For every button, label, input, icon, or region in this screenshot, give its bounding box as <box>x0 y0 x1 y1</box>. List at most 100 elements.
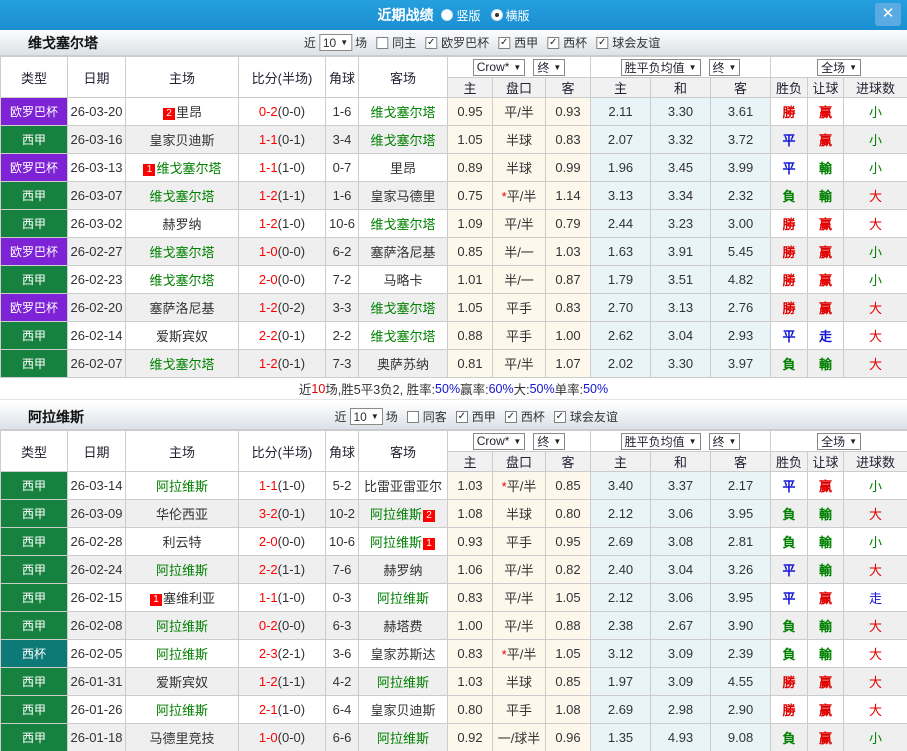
handicap-result: 走 <box>807 321 845 350</box>
final-odds-select-2[interactable]: 终 ▼ <box>708 432 741 450</box>
odds-company-select[interactable]: Crow* ▼ <box>472 432 526 450</box>
eu-away-odds: 2.39 <box>710 639 772 668</box>
wdl-average-select[interactable]: 胜平负均值 ▼ <box>620 58 701 76</box>
corner-score: 6-4 <box>325 695 359 724</box>
halftime-score: (0-1) <box>277 328 306 343</box>
score-column-header: 比分(半场) <box>238 430 326 472</box>
opponent-team-name: 塞维利亚 <box>162 591 215 606</box>
red-card-badge: 1 <box>423 538 435 550</box>
home-team-cell: 阿拉维斯 <box>125 611 239 640</box>
ah-odds-dropdown-cell: Crow* ▼ 终 ▼ <box>446 430 592 452</box>
wdl-result: 平 <box>770 125 809 154</box>
ah-line-column-header: 盘口 <box>492 451 546 472</box>
close-icon[interactable]: ✕ <box>875 3 901 26</box>
table-row: 欧罗巴杯 26-03-20 2 里昂 0-2(0-0) 1-6 维戈塞尔塔 0.95 平/半 0.… <box>0 97 907 126</box>
away-team-cell: 阿拉维斯 <box>358 723 448 751</box>
corner-column-header: 角球 <box>325 56 359 98</box>
corner-score: 10-2 <box>325 499 359 528</box>
match-scope-select[interactable]: 全场 ▼ <box>817 432 862 450</box>
games-count-select[interactable]: 10 ▼ <box>318 34 353 51</box>
fulltime-score: 1-2 <box>258 356 278 371</box>
goals-result: 大 <box>843 639 907 668</box>
eu-draw-odds: 3.09 <box>650 667 712 696</box>
handicap-result: 赢 <box>807 667 845 696</box>
ah-line: 平/半 <box>492 349 546 378</box>
ah-line: 平/半 <box>492 583 546 612</box>
same-venue-checkbox[interactable] <box>376 36 389 49</box>
focal-team-name: 阿拉维斯 <box>369 535 422 550</box>
ah-away-odds: 0.80 <box>544 499 592 528</box>
ah-away-odds: 0.85 <box>544 667 592 696</box>
league-checkbox[interactable] <box>425 36 438 49</box>
header-dropdown-row: 类型 日期 主场 比分(半场) 角球 客场 Crow* ▼ 终 ▼ 胜平负均值 ▼ 终 ▼ 全场 ▼ <box>0 430 907 472</box>
focal-team-name: 阿拉维斯 <box>155 647 208 662</box>
games-count-select[interactable]: 10 ▼ <box>349 408 383 425</box>
summary-segment: 近 <box>298 383 312 397</box>
league-checkbox[interactable] <box>498 36 511 49</box>
summary-segment: 大: <box>513 383 530 397</box>
same-venue-checkbox[interactable] <box>406 410 419 423</box>
home-team-cell: 阿拉维斯 <box>125 555 239 584</box>
goals-result: 大 <box>843 181 907 210</box>
opponent-team-name: 华伦西亚 <box>155 507 208 522</box>
scope-dropdown-cell: 全场 ▼ <box>770 56 907 78</box>
match-scope-select[interactable]: 全场 ▼ <box>817 58 862 76</box>
ah-line: 平手 <box>492 293 546 322</box>
home-team-cell: 马德里竞技 <box>125 723 239 751</box>
table-row: 西甲 26-02-08 阿拉维斯 0-2(0-0) 6-3 赫塔费 1.00 平/半 0.88 2… <box>0 611 907 640</box>
table-row: 西甲 26-02-07 维戈塞尔塔 1-2(0-1) 7-3 奥萨苏纳 0.81 平/半 1.0… <box>0 349 907 378</box>
halftime-score: (1-0) <box>277 216 306 231</box>
fulltime-score: 1-1 <box>258 590 278 605</box>
league-checkbox[interactable] <box>504 410 517 423</box>
final-odds-select-2[interactable]: 终 ▼ <box>708 58 741 76</box>
goals-result: 走 <box>843 583 907 612</box>
chevron-down-icon: ▼ <box>553 62 562 72</box>
fulltime-score: 2-2 <box>258 562 278 577</box>
ah-line-text: 平/半 <box>506 647 537 662</box>
league-checkbox[interactable] <box>547 36 560 49</box>
score-cell: 1-2(1-1) <box>238 667 326 696</box>
match-scope-select-value: 全场 <box>821 434 846 449</box>
type-column-header: 类型 <box>0 56 68 98</box>
final-odds-select[interactable]: 终 ▼ <box>533 58 566 76</box>
home-team-cell: 爱斯宾奴 <box>125 667 239 696</box>
eu-away-odds: 3.00 <box>710 209 772 238</box>
eu-home-odds: 2.12 <box>590 583 652 612</box>
near-label: 近 <box>303 36 316 50</box>
halftime-score: (0-0) <box>277 272 306 287</box>
away-team-cell: 维戈塞尔塔 <box>358 321 448 350</box>
opponent-team-name: 里昂 <box>175 105 202 120</box>
wdl-column-header: 胜负 <box>770 77 809 98</box>
home-team-cell: 赫罗纳 <box>125 209 239 238</box>
final-odds-select-2-value: 终 <box>712 60 725 75</box>
league-checkbox[interactable] <box>553 410 566 423</box>
odds-company-select[interactable]: Crow* ▼ <box>472 58 526 76</box>
final-odds-select[interactable]: 终 ▼ <box>533 432 566 450</box>
score-column-header: 比分(半场) <box>238 56 326 98</box>
halftime-score: (1-1) <box>277 188 306 203</box>
ah-away-odds: 0.83 <box>544 293 592 322</box>
handicap-result: 輸 <box>807 499 845 528</box>
league-checkbox[interactable] <box>596 36 609 49</box>
goals-result: 大 <box>843 349 907 378</box>
wdl-result: 負 <box>770 181 809 210</box>
score-cell: 0-2(0-0) <box>238 97 326 126</box>
home-team-cell: 阿拉维斯 <box>125 471 239 500</box>
league-checkbox[interactable] <box>455 410 468 423</box>
eu-home-odds: 2.12 <box>590 499 652 528</box>
opponent-team-name: 皇家马德里 <box>370 189 436 204</box>
red-card-badge: 2 <box>423 510 435 522</box>
match-date: 26-02-15 <box>67 583 126 612</box>
away-team-cell: 阿拉维斯 1 <box>358 527 448 556</box>
opponent-team-name: 皇家贝迪斯 <box>149 133 215 148</box>
handicap-column-header: 让球 <box>807 77 845 98</box>
table-row: 西甲 26-02-24 阿拉维斯 2-2(1-1) 7-6 赫罗纳 1.06 平/半 0.82 2… <box>0 555 907 584</box>
layout-horizontal-radio[interactable]: 横版 <box>490 7 530 24</box>
match-type-badge: 西甲 <box>0 527 68 556</box>
layout-vertical-radio[interactable]: 竖版 <box>441 7 481 24</box>
ah-away-odds: 0.82 <box>544 555 592 584</box>
wdl-average-select[interactable]: 胜平负均值 ▼ <box>620 432 701 450</box>
section-header-1: 维戈塞尔塔近10▼场同主欧罗巴杯西甲西杯球会友谊 <box>0 30 907 56</box>
ah-away-odds: 0.79 <box>544 209 592 238</box>
away-team-cell: 阿拉维斯 <box>358 667 448 696</box>
